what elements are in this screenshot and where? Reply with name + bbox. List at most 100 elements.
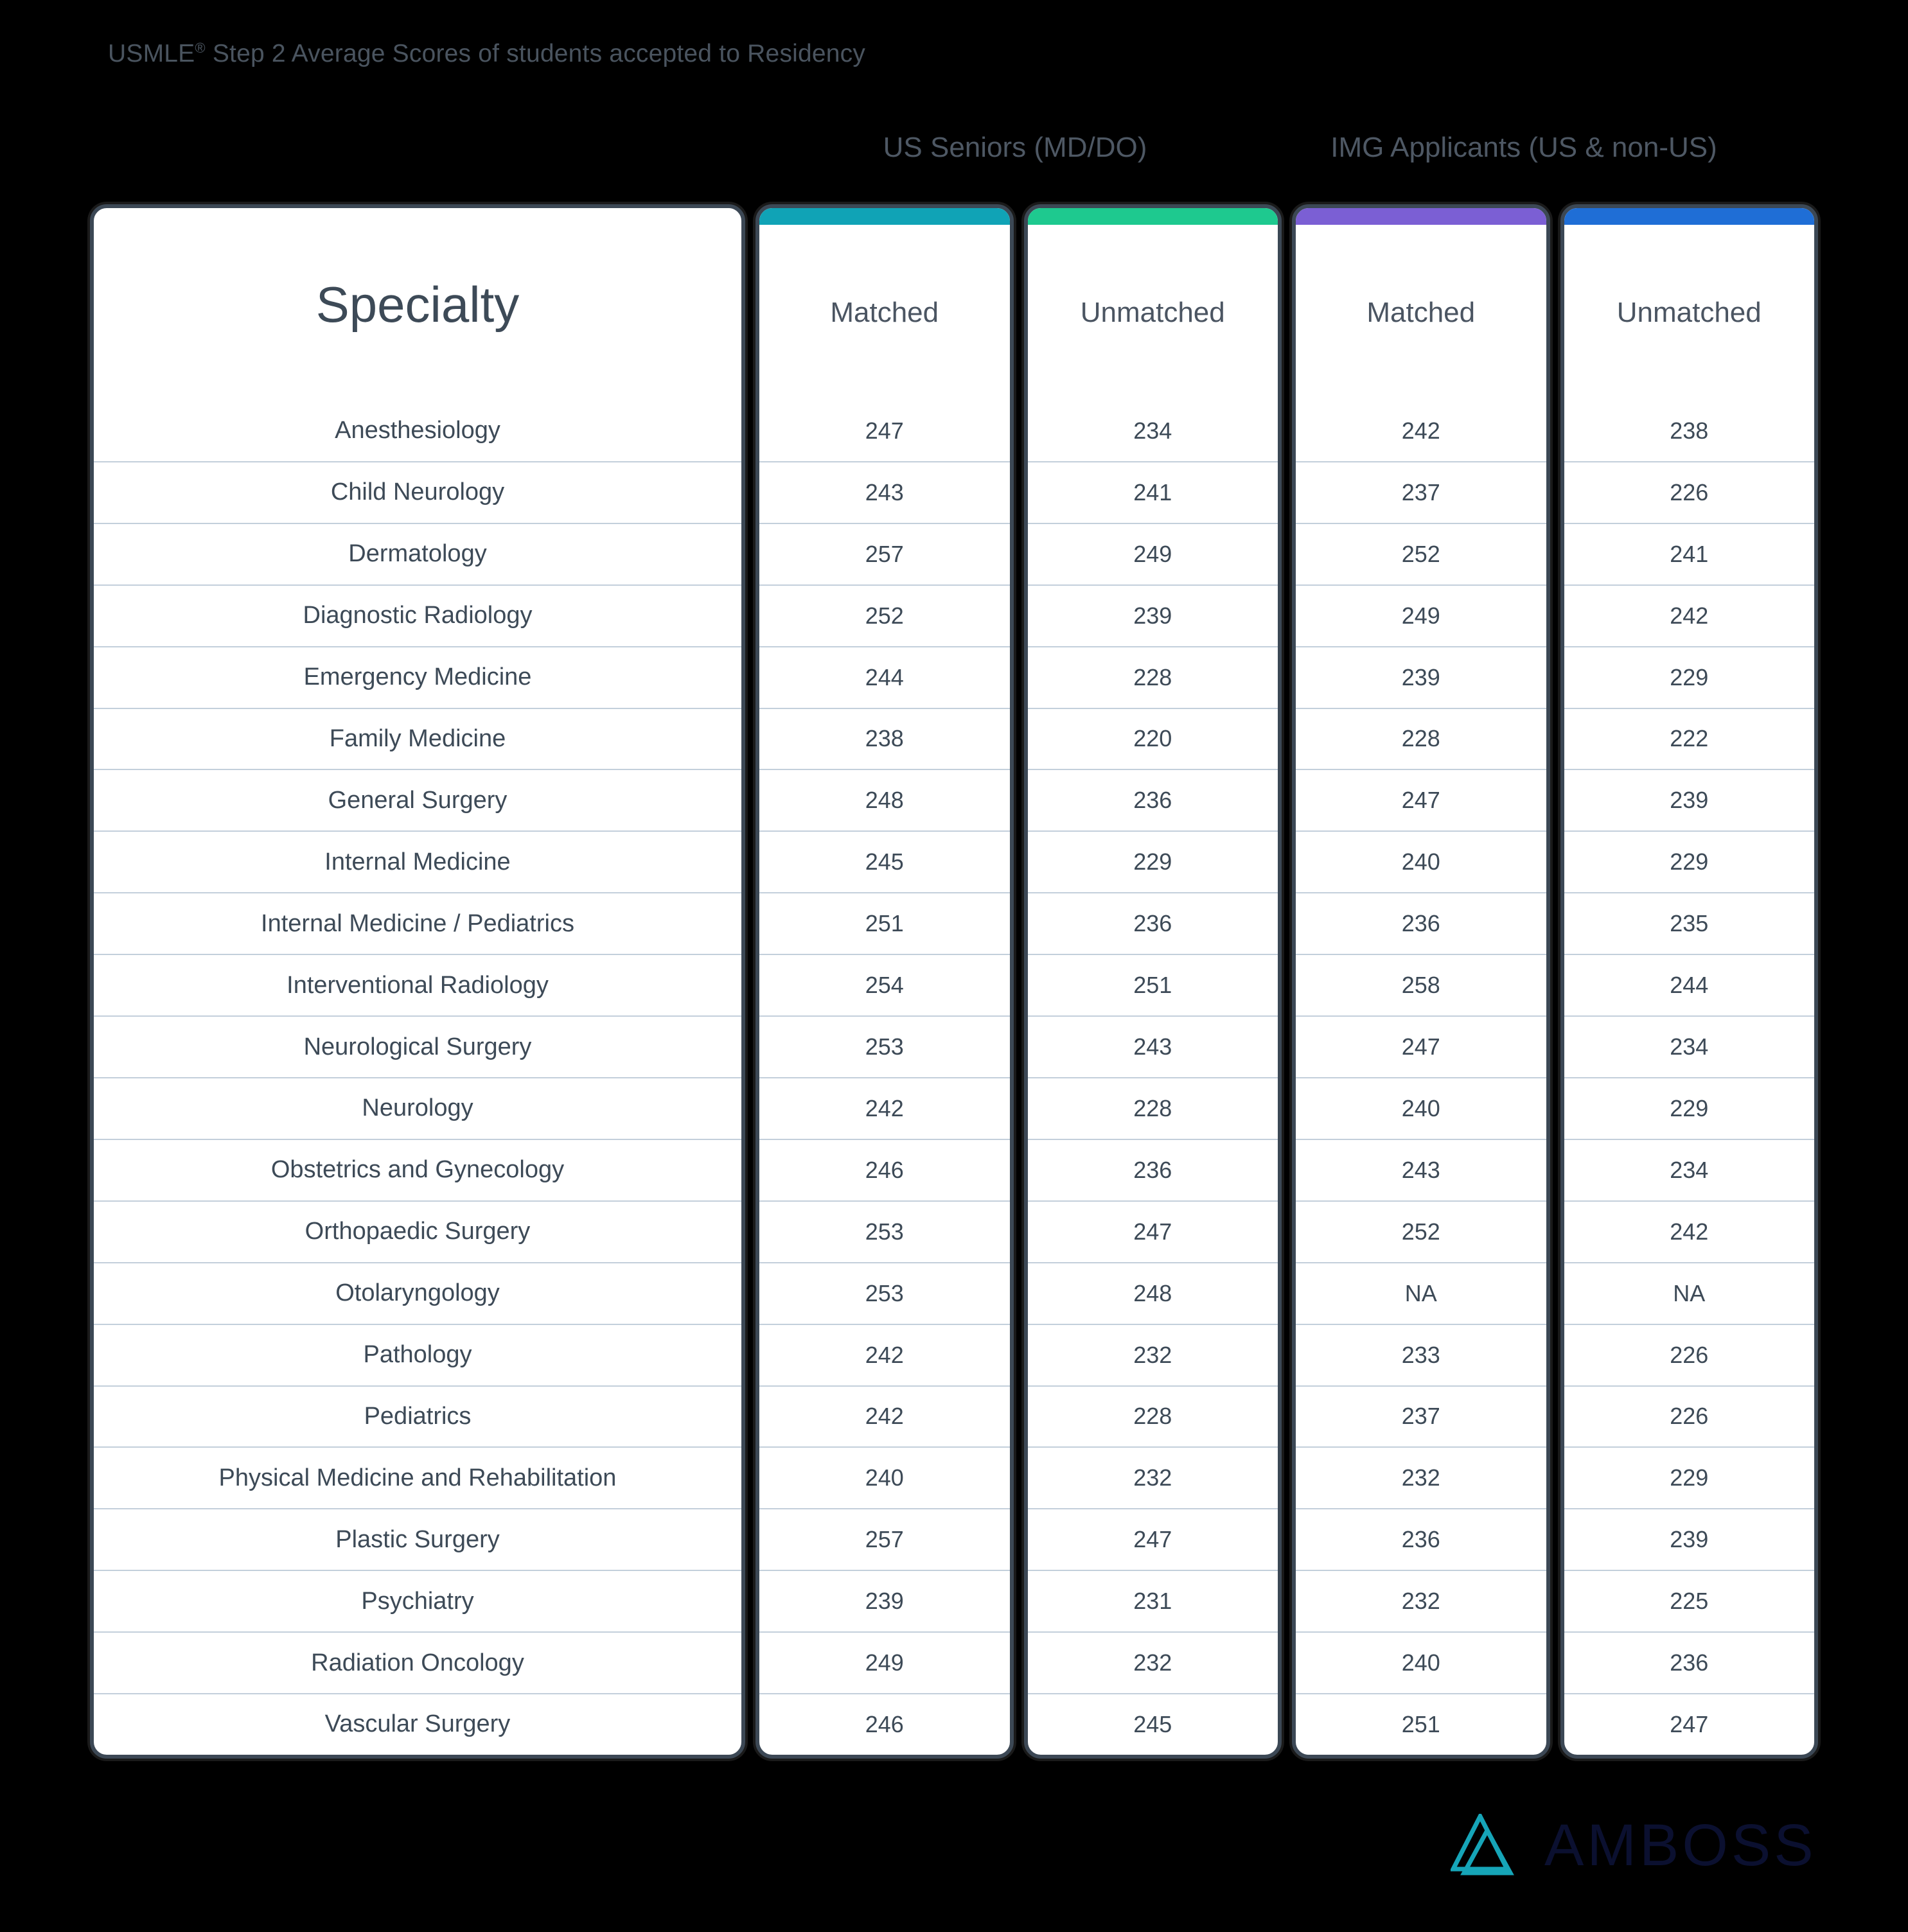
- score-cell: 228: [1027, 1076, 1278, 1139]
- score-cell: 243: [1027, 1015, 1278, 1077]
- score-cell: 249: [759, 1631, 1010, 1693]
- score-cell: 241: [1564, 522, 1814, 584]
- us-unmatched-rows: 234 241 249 239 228 220 236 229 236 251 243 228 236 2…: [1027, 401, 1278, 1755]
- group-header-img-applicants: IMG Applicants (US & non-US): [1330, 132, 1717, 163]
- score-cell: 254: [759, 954, 1010, 1015]
- specialty-cell: Interventional Radiology: [94, 954, 741, 1015]
- score-cell: 242: [1564, 1200, 1814, 1262]
- specialty-cell: Physical Medicine and Rehabilitation: [94, 1446, 741, 1508]
- score-cell: 228: [1027, 645, 1278, 708]
- specialty-cell: Otolaryngology: [94, 1261, 741, 1324]
- amboss-logo: AMBOSS: [1451, 1814, 1817, 1877]
- score-cell: 249: [1296, 584, 1546, 646]
- score-cell: 239: [759, 1570, 1010, 1631]
- score-cell: 257: [759, 522, 1010, 584]
- score-cell: 238: [759, 707, 1010, 769]
- column-card-us-unmatched: Unmatched 234 241 249 239 228 220 236 229 236 251…: [1023, 204, 1282, 1759]
- score-cell: 247: [1296, 769, 1546, 830]
- specialty-rows: Anesthesiology Child Neurology Dermatology…: [94, 401, 741, 1755]
- score-cell: 229: [1564, 1076, 1814, 1139]
- score-cell: 226: [1564, 461, 1814, 523]
- score-cell: 239: [1564, 769, 1814, 830]
- specialty-cell: Radiation Oncology: [94, 1631, 741, 1693]
- specialty-cell: Psychiatry: [94, 1570, 741, 1631]
- score-cell: 232: [1027, 1446, 1278, 1508]
- score-cell: 246: [759, 1138, 1010, 1200]
- specialty-cell: Diagnostic Radiology: [94, 584, 741, 646]
- score-cell: 252: [1296, 522, 1546, 584]
- score-cell: 242: [1564, 584, 1814, 646]
- score-cell: 240: [1296, 1076, 1546, 1139]
- score-cell: 237: [1296, 461, 1546, 523]
- score-cell: 226: [1564, 1323, 1814, 1385]
- score-cell: 232: [1027, 1323, 1278, 1385]
- score-cell: 231: [1027, 1570, 1278, 1631]
- column-card-img-matched: Matched 242 237 252 249 239 228 247 240 236 258 24…: [1292, 204, 1550, 1759]
- score-cell: 232: [1296, 1570, 1546, 1631]
- specialty-cell: Pathology: [94, 1323, 741, 1385]
- score-cell: 234: [1133, 417, 1172, 444]
- score-cell: 246: [759, 1693, 1010, 1755]
- score-cell: 228: [1296, 707, 1546, 769]
- score-cell: 234: [1564, 1015, 1814, 1077]
- score-cell: 244: [759, 645, 1010, 708]
- score-cell: 251: [1027, 954, 1278, 1015]
- score-cell: 229: [1564, 645, 1814, 708]
- accent-bar-us-matched: [759, 208, 1010, 225]
- trademark-symbol: ®: [195, 40, 206, 56]
- specialty-cell: General Surgery: [94, 769, 741, 830]
- score-cell: 253: [759, 1261, 1010, 1324]
- score-cell: 236: [1027, 892, 1278, 954]
- score-cell: 239: [1027, 584, 1278, 646]
- score-cell: 237: [1296, 1385, 1546, 1447]
- score-cell: 229: [1564, 1446, 1814, 1508]
- score-cell: 245: [759, 830, 1010, 892]
- score-cell: 257: [759, 1508, 1010, 1570]
- score-cell: 222: [1564, 707, 1814, 769]
- score-cell: 236: [1027, 769, 1278, 830]
- score-cell: 228: [1027, 1385, 1278, 1447]
- score-cell: 229: [1027, 830, 1278, 892]
- score-cell: 225: [1564, 1570, 1814, 1631]
- score-cell: 253: [759, 1015, 1010, 1077]
- score-cell: 236: [1296, 892, 1546, 954]
- score-cell: 258: [1296, 954, 1546, 1015]
- column-header-img-unmatched: Unmatched: [1616, 297, 1762, 328]
- column-card-img-unmatched: Unmatched 238 226 241 242 229 222 239 229 235 244…: [1560, 204, 1818, 1759]
- score-cell: 247: [1296, 1015, 1546, 1077]
- column-header-img-matched: Matched: [1366, 297, 1476, 328]
- group-header-us-seniors: US Seniors (MD/DO): [883, 132, 1147, 163]
- score-cell: 251: [1296, 1693, 1546, 1755]
- page-title-prefix: USMLE: [108, 40, 195, 67]
- column-header-us-unmatched: Unmatched: [1080, 297, 1225, 328]
- score-cell: 232: [1296, 1446, 1546, 1508]
- score-cell: 239: [1296, 645, 1546, 708]
- score-cell: 247: [865, 417, 904, 444]
- score-cell: 252: [1296, 1200, 1546, 1262]
- specialty-cell: Internal Medicine / Pediatrics: [94, 892, 741, 954]
- score-cell: 233: [1296, 1323, 1546, 1385]
- score-cell: 239: [1564, 1508, 1814, 1570]
- specialty-cell: Dermatology: [94, 522, 741, 584]
- specialty-cell: Emergency Medicine: [94, 645, 741, 708]
- page-title: USMLE® Step 2 Average Scores of students…: [108, 40, 865, 68]
- specialty-cell: Internal Medicine: [94, 830, 741, 892]
- score-cell: 238: [1670, 417, 1709, 444]
- accent-bar-img-matched: [1296, 208, 1546, 225]
- score-cell: 248: [759, 769, 1010, 830]
- specialty-cell: Plastic Surgery: [94, 1508, 741, 1570]
- score-cell: 241: [1027, 461, 1278, 523]
- page-title-rest: Step 2 Average Scores of students accept…: [205, 40, 866, 67]
- score-cell: 229: [1564, 830, 1814, 892]
- score-cell: 240: [1296, 1631, 1546, 1693]
- specialty-cell: Neurology: [94, 1076, 741, 1139]
- score-cell: 247: [1027, 1200, 1278, 1262]
- score-cell: 236: [1027, 1138, 1278, 1200]
- score-cell: 226: [1564, 1385, 1814, 1447]
- specialty-cell: Vascular Surgery: [94, 1693, 741, 1755]
- amboss-wordmark: AMBOSS: [1544, 1813, 1817, 1878]
- score-cell: 249: [1027, 522, 1278, 584]
- specialty-cell: Obstetrics and Gynecology: [94, 1138, 741, 1200]
- score-cell: 245: [1027, 1693, 1278, 1755]
- score-cell: NA: [1296, 1261, 1546, 1324]
